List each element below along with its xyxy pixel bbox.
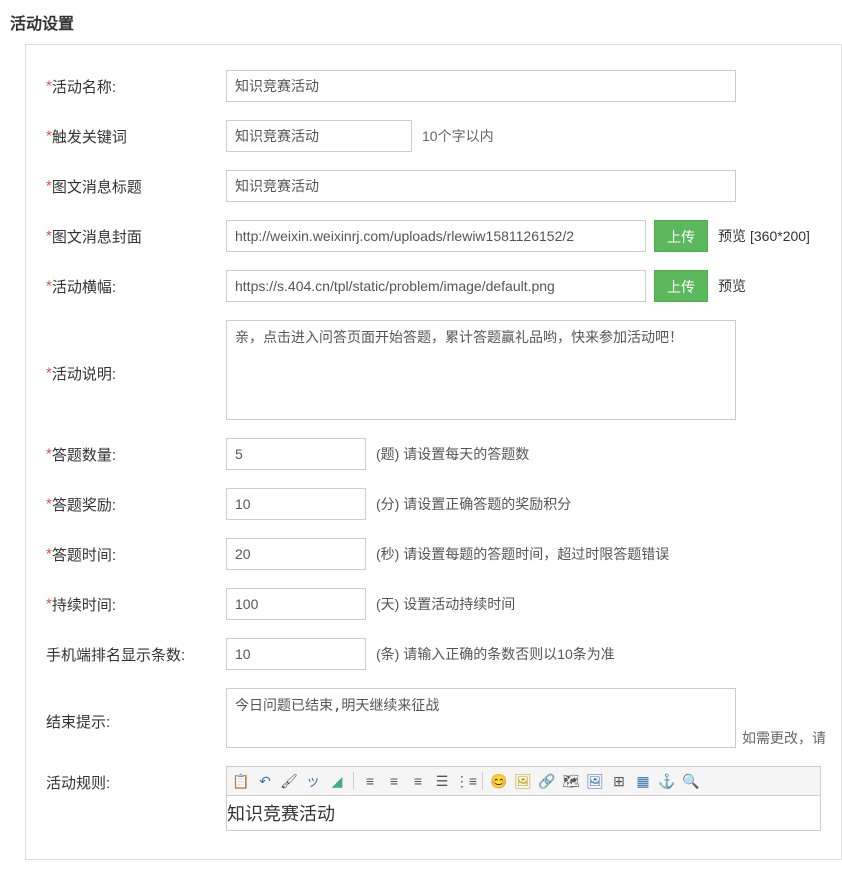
label-message-title: 图文消息标题 [52, 179, 142, 196]
end-prompt-textarea[interactable] [226, 688, 736, 748]
clear-format-icon[interactable]: 🖌 [279, 771, 299, 791]
map-icon[interactable]: 🗺 [561, 771, 581, 791]
answer-time-input[interactable] [226, 538, 366, 570]
media-icon[interactable]: 🖼 [585, 771, 605, 791]
description-textarea[interactable] [226, 320, 736, 420]
zoom-icon[interactable]: 🔍 [681, 771, 701, 791]
banner-preview-link[interactable]: 预览 [718, 276, 746, 296]
answer-time-hint: (秒) 请设置每题的答题时间，超过时限答题错误 [376, 544, 669, 564]
cover-preview-link[interactable]: 预览 [718, 226, 746, 246]
anchor-icon[interactable]: ⚓ [657, 771, 677, 791]
rules-editor[interactable]: 📋 ↶ 🖌 ッ ◢ ≡ ≡ ≡ ☰ ⋮≡ 😊 🖼 🔗 🗺 🖼 ⊞ ▦ ⚓ [226, 766, 821, 831]
paste-icon[interactable]: 📋 [231, 771, 251, 791]
form-panel: *活动名称: *触发关键词 10个字以内 *图文消息标题 *图文消息封面 上传 … [25, 44, 842, 860]
question-count-input[interactable] [226, 438, 366, 470]
align-right-icon[interactable]: ≡ [408, 771, 428, 791]
label-answer-time: 答题时间: [52, 547, 116, 564]
message-cover-input[interactable] [226, 220, 646, 252]
label-rules: 活动规则: [46, 775, 110, 792]
end-prompt-change-hint: 如需更改，请 [742, 728, 826, 748]
align-left-icon[interactable]: ≡ [360, 771, 380, 791]
pagebreak-icon[interactable]: ⊞ [609, 771, 629, 791]
trigger-keyword-input[interactable] [226, 120, 412, 152]
undo-icon[interactable]: ↶ [255, 771, 275, 791]
label-mobile-rank: 手机端排名显示条数: [46, 647, 185, 664]
label-duration: 持续时间: [52, 597, 116, 614]
banner-input[interactable] [226, 270, 646, 302]
mobile-rank-hint: (条) 请输入正确的条数否则以10条为准 [376, 644, 615, 664]
label-trigger-keyword: 触发关键词 [52, 129, 127, 146]
ordered-list-icon[interactable]: ☰ [432, 771, 452, 791]
link-icon[interactable]: 🔗 [537, 771, 557, 791]
duration-hint: (天) 设置活动持续时间 [376, 594, 515, 614]
editor-toolbar: 📋 ↶ 🖌 ッ ◢ ≡ ≡ ≡ ☰ ⋮≡ 😊 🖼 🔗 🗺 🖼 ⊞ ▦ ⚓ [226, 766, 821, 796]
emoji-icon[interactable]: 😊 [489, 771, 509, 791]
page-title: 活动设置 [0, 0, 842, 44]
label-reward: 答题奖励: [52, 497, 116, 514]
reward-input[interactable] [226, 488, 366, 520]
mobile-rank-input[interactable] [226, 638, 366, 670]
label-activity-name: 活动名称: [52, 79, 116, 96]
activity-name-input[interactable] [226, 70, 736, 102]
unordered-list-icon[interactable]: ⋮≡ [456, 771, 476, 791]
format-painter-icon[interactable]: ッ [303, 771, 323, 791]
trigger-keyword-hint: 10个字以内 [422, 126, 494, 146]
image-icon[interactable]: 🖼 [513, 771, 533, 791]
table-icon[interactable]: ▦ [633, 771, 653, 791]
align-center-icon[interactable]: ≡ [384, 771, 404, 791]
label-question-count: 答题数量: [52, 447, 116, 464]
label-description: 活动说明: [52, 366, 116, 383]
label-banner: 活动横幅: [52, 279, 116, 296]
cover-size-hint: [360*200] [750, 228, 810, 244]
cover-upload-button[interactable]: 上传 [654, 220, 708, 252]
editor-body[interactable]: 知识竞赛活动 [226, 796, 821, 831]
question-count-hint: (题) 请设置每天的答题数 [376, 444, 529, 464]
label-message-cover: 图文消息封面 [52, 229, 142, 246]
label-end-prompt: 结束提示: [46, 714, 110, 731]
eraser-icon[interactable]: ◢ [327, 771, 347, 791]
duration-input[interactable] [226, 588, 366, 620]
banner-upload-button[interactable]: 上传 [654, 270, 708, 302]
reward-hint: (分) 请设置正确答题的奖励积分 [376, 494, 571, 514]
message-title-input[interactable] [226, 170, 736, 202]
